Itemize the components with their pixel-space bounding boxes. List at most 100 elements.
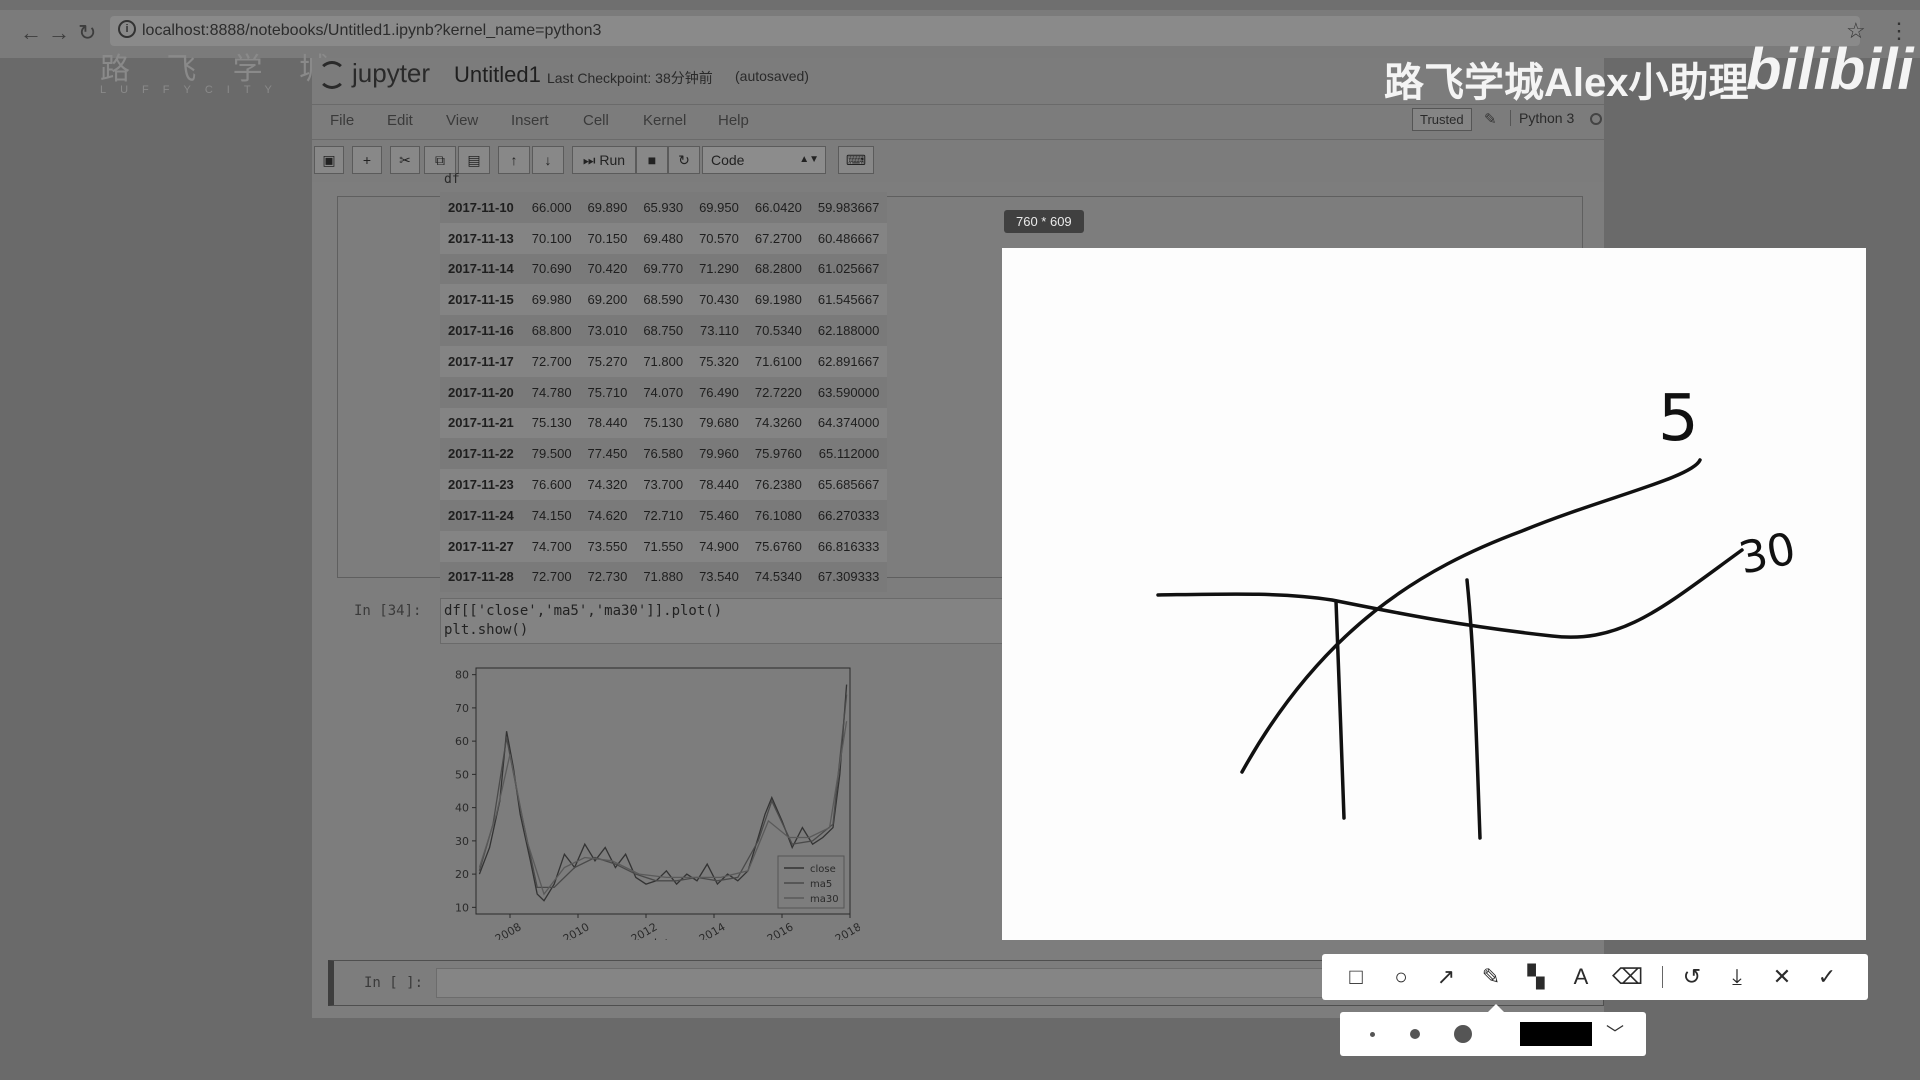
back-icon[interactable]: ← <box>20 20 42 46</box>
trusted-badge[interactable]: Trusted <box>1412 108 1472 131</box>
table-cell: 66.000 <box>523 192 580 223</box>
table-cell: 74.700 <box>523 530 580 562</box>
table-row: 2017-11-22 79.500 77.450 76.580 79.960 75.976… <box>440 438 888 470</box>
chevron-down-icon[interactable]: ﹀ <box>1606 1020 1624 1046</box>
dataframe-table: 2017-11-10 66.000 69.890 65.930 69.950 66.042… <box>440 192 888 593</box>
row-index-cell: 2017-11-22 <box>440 438 524 470</box>
table-row: 2017-11-23 76.600 74.320 73.700 78.440 76.238… <box>440 469 888 500</box>
menu-edit[interactable]: Edit <box>387 112 413 129</box>
cell-prompt-34: In [34]: <box>354 603 422 619</box>
y-tick-label: 50 <box>455 768 469 781</box>
run-button[interactable]: ⏭ Run <box>572 146 636 174</box>
mosaic-icon[interactable]: ▚ <box>1522 964 1550 990</box>
code-line-1: df[['close','ma5','ma30']].plot() <box>444 603 723 619</box>
interrupt-button[interactable]: ■ <box>636 146 668 174</box>
cancel-icon[interactable]: ✕ <box>1768 964 1796 990</box>
table-cell: 64.374000 <box>809 407 888 439</box>
menu-view[interactable]: View <box>446 112 478 129</box>
save-button[interactable]: ▣ <box>314 146 344 174</box>
cut-button[interactable]: ✂ <box>390 146 420 174</box>
table-cell: 74.3260 <box>746 407 810 439</box>
text-icon[interactable]: A <box>1567 964 1595 990</box>
notebook-title[interactable]: Untitled1 <box>454 62 541 88</box>
rectangle-icon[interactable]: □ <box>1342 964 1370 990</box>
annotation-canvas[interactable]: 5 30 <box>1002 248 1866 940</box>
undo-icon[interactable]: ↺ <box>1678 964 1706 990</box>
table-cell: 79.680 <box>691 407 747 439</box>
watermark-text-right: 路飞学城Alex小助理 <box>1384 61 1749 105</box>
table-cell: 61.545667 <box>809 284 888 316</box>
table-cell: 69.770 <box>635 253 692 285</box>
menu-file[interactable]: File <box>330 112 354 129</box>
edit-pencil-icon[interactable]: ✎ <box>1484 110 1497 128</box>
insert-cell-button[interactable]: + <box>352 146 382 174</box>
table-cell: 75.270 <box>579 345 636 377</box>
checkpoint-status: Last Checkpoint: 38分钟前 <box>547 70 713 86</box>
command-palette-button[interactable]: ⌨ <box>838 146 874 174</box>
download-icon[interactable]: ⤓ <box>1723 964 1751 990</box>
legend-label: close <box>810 864 836 875</box>
forward-icon[interactable]: → <box>48 20 70 46</box>
row-index-cell: 2017-11-23 <box>440 469 524 500</box>
table-row: 2017-11-13 70.100 70.150 69.480 70.570 67.270… <box>440 222 888 254</box>
table-row: 2017-11-20 74.780 75.710 74.070 76.490 72.722… <box>440 376 888 408</box>
table-cell: 66.0420 <box>746 192 810 223</box>
row-index-cell: 2017-11-14 <box>440 253 524 285</box>
paste-button[interactable]: ▤ <box>458 146 490 174</box>
code-cell-34[interactable]: df[['close','ma5','ma30']].plot() plt.sh… <box>440 598 1040 644</box>
color-swatch[interactable] <box>1520 1022 1592 1046</box>
table-cell: 79.500 <box>523 438 580 470</box>
table-cell: 70.5340 <box>746 315 810 346</box>
reload-icon[interactable]: ↻ <box>78 20 96 46</box>
vertical-mark-1 <box>1334 599 1346 820</box>
table-row: 2017-11-21 75.130 78.440 75.130 79.680 74.326… <box>440 407 888 439</box>
eraser-icon[interactable]: ⌫ <box>1612 964 1643 990</box>
y-tick-label: 10 <box>455 901 469 914</box>
table-row: 2017-11-16 68.800 73.010 68.750 73.110 70.534… <box>440 315 888 346</box>
pen-icon[interactable]: ✎ <box>1477 964 1505 990</box>
menu-help[interactable]: Help <box>718 112 749 129</box>
vertical-mark-2 <box>1465 578 1482 840</box>
url-text[interactable]: localhost:8888/notebooks/Untitled1.ipynb… <box>142 22 601 40</box>
table-cell: 62.188000 <box>809 315 888 346</box>
info-icon[interactable]: i <box>118 20 136 38</box>
restart-button[interactable]: ↻ <box>668 146 700 174</box>
table-cell: 73.540 <box>691 561 747 593</box>
table-cell: 74.5340 <box>746 561 810 593</box>
move-down-button[interactable]: ↓ <box>532 146 564 174</box>
jupyter-logo-text: jupyter <box>352 58 431 88</box>
jupyter-logo[interactable]: jupyter <box>318 58 431 90</box>
table-cell: 65.112000 <box>809 438 888 470</box>
capture-toolbar: □ ○ ↗ ✎ ▚ A ⌫ ↺ ⤓ ✕ ✓ <box>1322 954 1868 1000</box>
menu-kernel[interactable]: Kernel <box>643 112 686 129</box>
move-up-button[interactable]: ↑ <box>498 146 530 174</box>
run-icon: ⏭ <box>582 152 596 168</box>
confirm-icon[interactable]: ✓ <box>1813 964 1841 990</box>
table-cell: 78.440 <box>691 469 747 500</box>
tab-strip <box>0 0 1920 10</box>
ellipse-icon[interactable]: ○ <box>1387 964 1415 990</box>
code-line-2: plt.show() <box>444 622 529 638</box>
menu-bar <box>312 104 1604 140</box>
table-cell: 71.290 <box>691 253 747 285</box>
table-cell: 69.950 <box>691 192 747 223</box>
x-tick-label: 2016 <box>765 920 796 940</box>
table-cell: 73.700 <box>635 469 692 500</box>
table-cell: 61.025667 <box>809 253 888 285</box>
menu-cell[interactable]: Cell <box>583 112 609 129</box>
row-index-cell: 2017-11-10 <box>440 192 524 223</box>
brush-size-medium[interactable] <box>1410 1029 1420 1039</box>
menu-insert[interactable]: Insert <box>511 112 549 129</box>
brush-size-small[interactable] <box>1370 1032 1375 1037</box>
cell-type-select[interactable]: Code ▲▼ <box>702 146 826 174</box>
row-index-cell: 2017-11-24 <box>440 499 524 531</box>
table-cell: 77.450 <box>579 438 636 470</box>
table-cell: 62.891667 <box>809 345 888 377</box>
arrow-icon[interactable]: ↗ <box>1432 964 1460 990</box>
brush-size-large[interactable] <box>1454 1025 1472 1043</box>
table-cell: 69.1980 <box>746 284 810 316</box>
kernel-status-icon <box>1590 113 1602 125</box>
legend-label: ma30 <box>810 894 839 905</box>
copy-button[interactable]: ⧉ <box>424 146 456 174</box>
table-cell: 70.100 <box>523 222 580 254</box>
